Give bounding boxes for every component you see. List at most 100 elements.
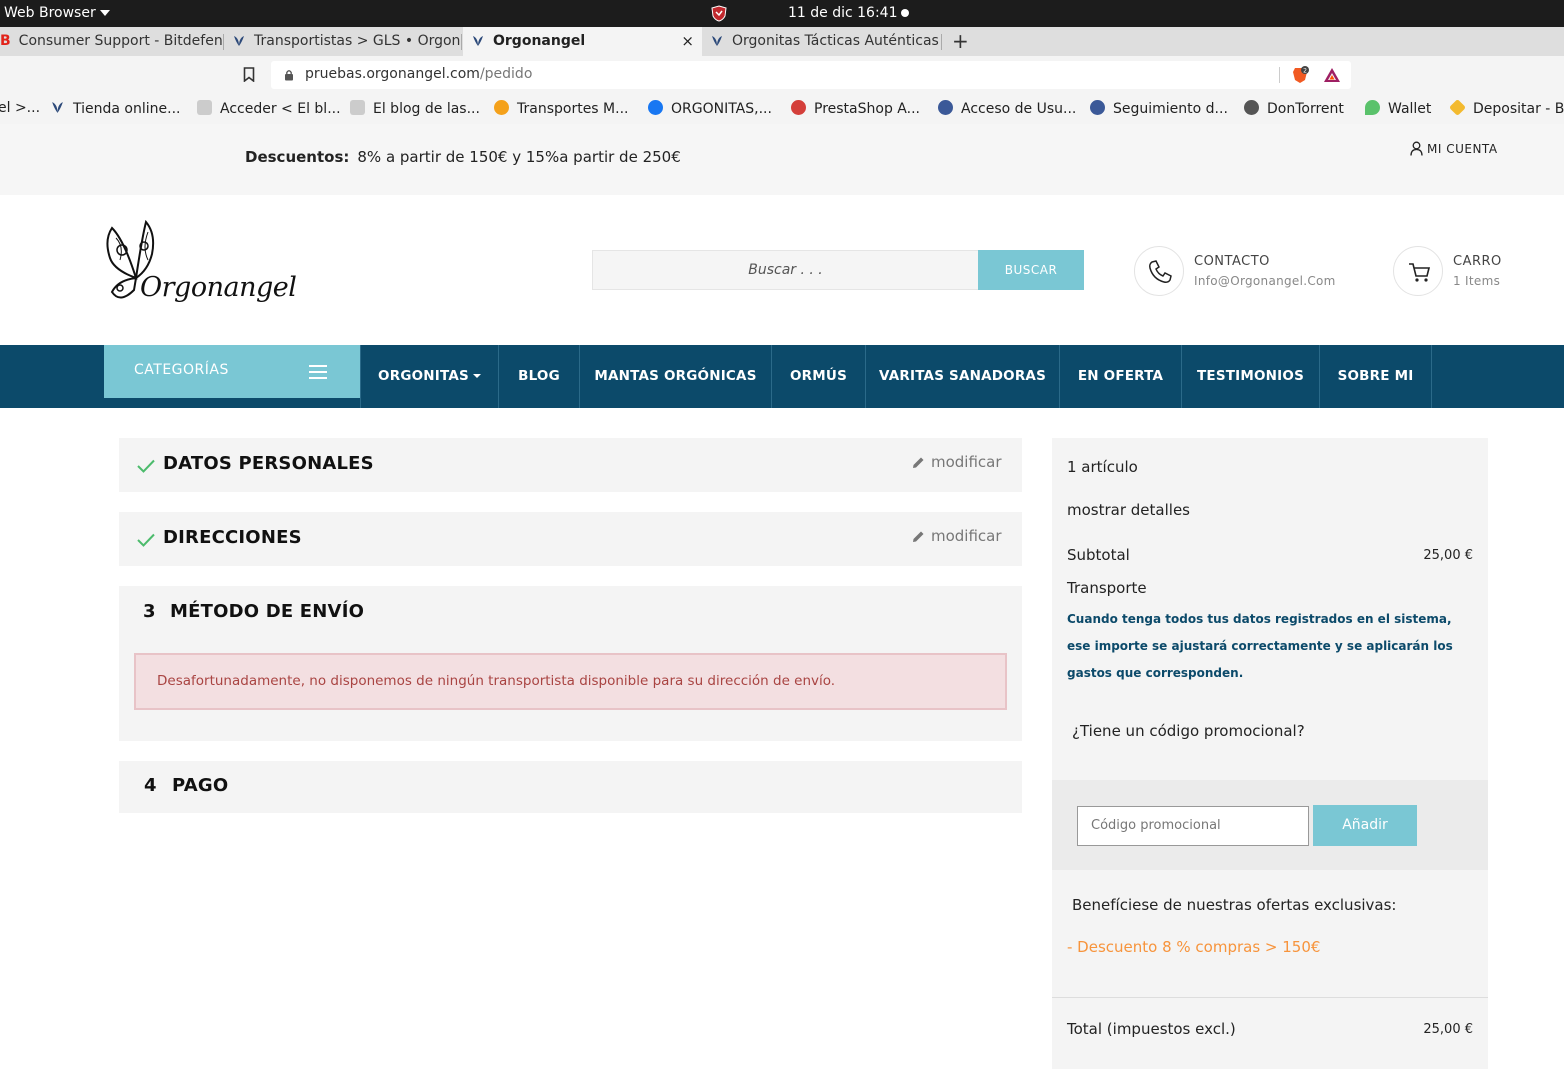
url-bar[interactable]: pruebas.orgonangel.com/pedido 2 <box>271 61 1351 89</box>
tab-label: Consumer Support - Bitdefender <box>18 33 224 49</box>
edit-addresses-link[interactable]: modificar <box>912 527 1002 545</box>
bookmark-item[interactable]: Acceso de Usu... <box>938 100 1076 117</box>
close-tab-icon[interactable]: × <box>681 27 694 56</box>
cart-icon <box>1409 263 1431 282</box>
facebook-icon <box>648 100 663 115</box>
offer-discount-link[interactable]: - Descuento 8 % compras > 150€ <box>1067 938 1320 956</box>
promo-question-link[interactable]: ¿Tiene un código promocional? <box>1072 722 1305 740</box>
no-carrier-alert: Desafortunadamente, no disponemos de nin… <box>134 653 1007 710</box>
orgonangel-favicon-icon <box>234 36 244 46</box>
tab-transportistas[interactable]: Transportistas > GLS • Orgonangel <box>232 27 462 56</box>
nav-item-orgonitas[interactable]: ORGONITAS <box>360 345 499 408</box>
bookmark-item[interactable]: El blog de las... <box>350 100 480 117</box>
binance-icon <box>1449 99 1466 116</box>
cart-count: 1 Items <box>1453 274 1501 288</box>
cart-title: CARRO <box>1453 254 1502 269</box>
total-value: 25,00 € <box>1423 1022 1473 1037</box>
shipping-label: Transporte <box>1067 579 1147 597</box>
offers-title: Benefíciese de nuestras ofertas exclusiv… <box>1072 896 1397 914</box>
orgonangel-favicon-icon <box>712 36 722 46</box>
summary-divider <box>1052 997 1488 998</box>
bookmark-item[interactable]: el >... <box>0 100 40 116</box>
edit-personal-link[interactable]: modificar <box>912 453 1002 471</box>
tab-label: Transportistas > GLS • Orgonangel <box>254 33 462 49</box>
shipping-note: Cuando tenga todos tus datos registrados… <box>1067 612 1453 680</box>
discount-banner: Descuentos: 8% a partir de 150€ y 15%a pa… <box>245 148 681 166</box>
address-row: pruebas.orgonangel.com/pedido 2 <box>0 56 1564 94</box>
nav-item-varitas[interactable]: VARITAS SANADORAS <box>866 345 1060 408</box>
cart-summary: 1 artículo mostrar detalles Subtotal 25,… <box>1052 438 1488 1069</box>
categories-label: CATEGORÍAS <box>134 362 229 378</box>
promo-code-input[interactable]: Código promocional <box>1077 806 1309 846</box>
clock[interactable]: 11 de dic 16:41 <box>788 5 897 21</box>
site-header: Orgonangel Buscar . . . BUSCAR CONTACTO … <box>0 195 1564 345</box>
tab-orgonangel[interactable]: Orgonangel × <box>463 27 702 56</box>
os-top-bar: Web Browser 11 de dic 16:41 <box>0 0 1564 27</box>
search-input[interactable]: Buscar . . . <box>592 250 979 290</box>
my-account-link[interactable]: MI CUENTA <box>1410 141 1498 156</box>
contact-title: CONTACTO <box>1194 254 1270 269</box>
nav-item-en-oferta[interactable]: EN OFERTA <box>1060 345 1182 408</box>
brave-rewards-icon[interactable] <box>1323 67 1341 83</box>
contact-email[interactable]: Info@Orgonangel.Com <box>1194 274 1336 288</box>
tab-strip: B Consumer Support - Bitdefender Transpor… <box>0 27 1564 56</box>
blog-favicon-icon <box>350 100 365 115</box>
app-menu[interactable]: Web Browser <box>4 5 110 21</box>
show-details-link[interactable]: mostrar detalles <box>1067 501 1190 519</box>
search-button[interactable]: BUSCAR <box>978 250 1084 290</box>
shield-icon[interactable] <box>711 5 727 22</box>
promo-code-form: Código promocional Añadir <box>1052 780 1488 870</box>
user-icon <box>1410 141 1423 156</box>
bookmark-item[interactable]: Acceder < El bl... <box>197 100 341 117</box>
bookmark-item[interactable]: Tienda online... <box>50 100 180 117</box>
step-personal-data[interactable]: DATOS PERSONALES modificar <box>119 438 1022 492</box>
bookmark-item[interactable]: PrestaShop A... <box>791 100 920 117</box>
main-nav: CATEGORÍAS ORGONITAS BLOG MANTAS ORGÓNIC… <box>0 345 1564 408</box>
brave-shield-icon[interactable]: 2 <box>1291 66 1309 84</box>
categories-button[interactable]: CATEGORÍAS <box>104 345 360 398</box>
orgonangel-favicon-icon <box>473 36 483 46</box>
user-access-icon <box>938 100 953 115</box>
item-count: 1 artículo <box>1067 458 1138 476</box>
bookmark-item[interactable]: Depositar - Bi <box>1449 99 1564 117</box>
pencil-icon <box>913 531 924 542</box>
tracking-icon <box>1090 100 1105 115</box>
nav-item-ormus[interactable]: ORMÚS <box>772 345 866 408</box>
nav-item-sobre-mi[interactable]: SOBRE MI <box>1320 345 1432 408</box>
tab-orgonitas-tacticas[interactable]: Orgonitas Tácticas Auténticas <box>710 27 942 56</box>
bookmark-item[interactable]: DonTorrent <box>1244 100 1344 117</box>
new-tab-button[interactable]: + <box>952 27 969 56</box>
caret-down-icon <box>99 10 110 16</box>
contact-circle[interactable] <box>1134 246 1184 296</box>
prestashop-icon <box>791 100 806 115</box>
step-number: 4 <box>144 775 157 796</box>
bookmark-item[interactable]: Seguimiento d... <box>1090 100 1228 117</box>
add-promo-button[interactable]: Añadir <box>1313 805 1417 846</box>
bitdefender-icon: B <box>0 33 11 49</box>
cart-circle[interactable] <box>1393 246 1443 296</box>
site-top-strip: Descuentos: 8% a partir de 150€ y 15%a pa… <box>0 124 1564 195</box>
bookmark-icon[interactable] <box>243 67 255 82</box>
nav-item-blog[interactable]: BLOG <box>499 345 580 408</box>
site-logo[interactable]: Orgonangel <box>104 220 297 315</box>
step-title: MÉTODO DE ENVÍO <box>170 601 365 622</box>
nav-item-mantas[interactable]: MANTAS ORGÓNICAS <box>580 345 772 408</box>
caret-down-icon <box>472 374 481 378</box>
bookmark-item[interactable]: Transportes M... <box>494 100 628 117</box>
check-icon <box>137 533 155 547</box>
step-addresses[interactable]: DIRECCIONES modificar <box>119 512 1022 566</box>
transportes-favicon-icon <box>494 100 509 115</box>
tab-bitdefender[interactable]: B Consumer Support - Bitdefender <box>0 27 224 56</box>
bookmark-item[interactable]: ORGONITAS,... <box>648 100 772 117</box>
pencil-icon <box>913 457 924 468</box>
globe-icon <box>1244 100 1259 115</box>
hamburger-icon <box>309 365 327 379</box>
orgonangel-favicon-icon <box>52 102 63 113</box>
tab-label: Orgonitas Tácticas Auténticas <box>732 33 939 49</box>
subtotal-label: Subtotal <box>1067 546 1130 564</box>
blog-favicon-icon <box>197 100 212 115</box>
subtotal-value: 25,00 € <box>1423 548 1473 563</box>
step-title: DIRECCIONES <box>163 527 302 548</box>
nav-item-testimonios[interactable]: TESTIMONIOS <box>1182 345 1320 408</box>
bookmark-item[interactable]: Wallet <box>1365 100 1431 117</box>
